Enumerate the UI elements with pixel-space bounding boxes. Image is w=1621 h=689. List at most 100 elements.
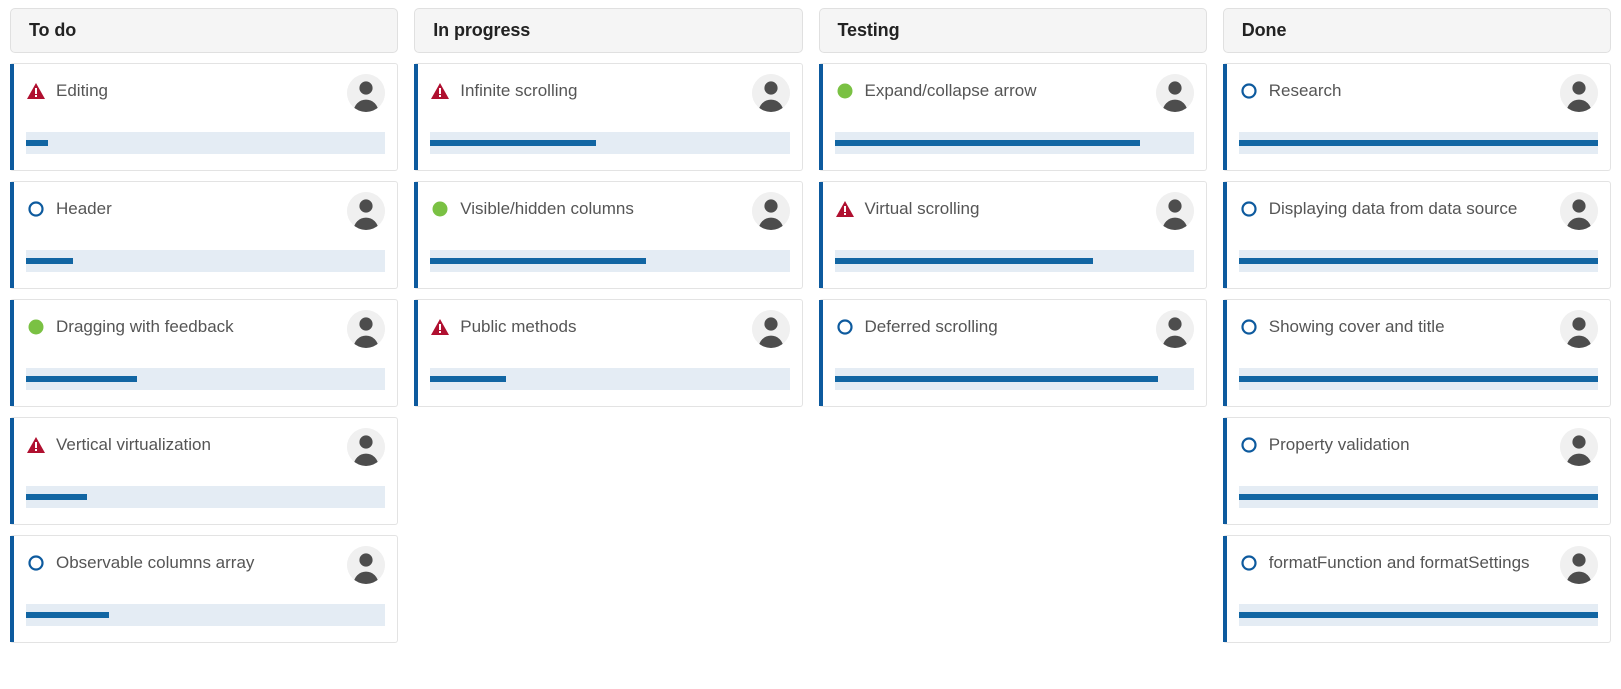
user-avatar-icon[interactable] [1560,546,1598,584]
progress-track [834,132,1194,154]
user-avatar-icon[interactable] [347,428,386,466]
circle-filled-icon [835,79,855,103]
column-header-testing[interactable]: Testing [818,8,1207,53]
card-accent-bar [1222,536,1227,642]
user-avatar-icon[interactable] [751,192,790,230]
progress-track [1238,604,1598,626]
progress-track [1238,250,1598,272]
progress-fill [834,140,1140,146]
card-accent-bar [10,418,14,524]
card-progress [26,486,386,524]
user-avatar-icon[interactable] [347,192,386,230]
warning-triangle-icon [430,79,450,103]
progress-track [1238,368,1598,390]
kanban-card[interactable]: Property validation [1222,417,1611,525]
card-accent-bar [818,300,823,406]
card-title: Header [56,199,112,218]
circle-filled-icon [26,315,46,339]
progress-fill [430,376,506,382]
card-header-row: Visible/hidden columns [430,192,790,230]
kanban-card[interactable]: Displaying data from data source [1222,181,1611,289]
card-progress [26,368,386,406]
card-progress [1238,368,1598,406]
card-header-row: Property validation [1239,428,1598,466]
column-title: In progress [433,20,531,40]
card-progress [26,250,386,288]
card-header-row: Infinite scrolling [430,74,790,112]
circle-outline-icon [26,551,46,575]
card-header-row: Observable columns array [26,546,386,584]
card-accent-bar [10,300,14,406]
progress-track [1238,486,1598,508]
user-avatar-icon[interactable] [1560,428,1598,466]
user-avatar-icon[interactable] [1155,310,1194,348]
user-avatar-icon[interactable] [1155,192,1194,230]
card-title: formatFunction and formatSettings [1268,553,1530,572]
circle-outline-icon [26,197,46,221]
kanban-card[interactable]: Expand/collapse arrow [818,63,1207,171]
card-header-row: Virtual scrolling [835,192,1194,230]
kanban-column-done: Done Research Displaying data from data so… [1222,8,1611,643]
card-header-row: Displaying data from data source [1239,192,1598,230]
progress-fill [834,258,1094,264]
card-title: Observable columns array [56,553,255,572]
card-title: Research [1268,81,1342,100]
progress-fill [26,612,109,618]
progress-track [430,368,790,390]
progress-track [26,486,386,508]
card-progress [430,132,790,170]
kanban-card[interactable]: Virtual scrolling [818,181,1207,289]
progress-fill [26,258,73,264]
kanban-card[interactable]: Vertical virtualization [10,417,399,525]
card-list: Infinite scrolling Visible/hidden columns… [414,63,803,407]
progress-fill [26,376,138,382]
kanban-column-in-progress: In progress Infinite scrolling Visible/hid… [414,8,803,407]
user-avatar-icon[interactable] [751,74,790,112]
card-accent-bar [10,64,14,170]
progress-fill [430,258,646,264]
kanban-card[interactable]: Deferred scrolling [818,299,1207,407]
card-accent-bar [1222,64,1227,170]
kanban-column-testing: Testing Expand/collapse arrow Virtual scro… [818,8,1207,407]
card-title: Deferred scrolling [864,317,998,336]
kanban-card[interactable]: Editing [10,63,399,171]
kanban-card[interactable]: formatFunction and formatSettings [1222,535,1611,643]
user-avatar-icon[interactable] [1560,192,1598,230]
kanban-card[interactable]: Dragging with feedback [10,299,399,407]
column-header-done[interactable]: Done [1222,8,1611,53]
progress-track [26,250,386,272]
card-title: Dragging with feedback [56,317,234,336]
circle-outline-icon [835,315,855,339]
user-avatar-icon[interactable] [347,74,386,112]
kanban-card[interactable]: Research [1222,63,1611,171]
user-avatar-icon[interactable] [347,310,386,348]
user-avatar-icon[interactable] [751,310,790,348]
kanban-card[interactable]: Public methods [414,299,803,407]
warning-triangle-icon [835,197,855,221]
user-avatar-icon[interactable] [1155,74,1194,112]
card-header-row: Dragging with feedback [26,310,386,348]
column-title: To do [29,20,77,40]
column-header-in-progress[interactable]: In progress [414,8,803,53]
warning-triangle-icon [430,315,450,339]
user-avatar-icon[interactable] [347,546,386,584]
card-progress [430,250,790,288]
card-progress [834,250,1194,288]
kanban-card[interactable]: Showing cover and title [1222,299,1611,407]
card-accent-bar [414,300,419,406]
kanban-card[interactable]: Observable columns array [10,535,399,643]
user-avatar-icon[interactable] [1560,74,1598,112]
card-header-row: Deferred scrolling [835,310,1194,348]
card-list: Expand/collapse arrow Virtual scrolling De… [818,63,1207,407]
card-header-row: Editing [26,74,386,112]
kanban-card[interactable]: Visible/hidden columns [414,181,803,289]
kanban-card[interactable]: Infinite scrolling [414,63,803,171]
card-progress [834,132,1194,170]
card-header-row: Research [1239,74,1598,112]
card-header-row: Expand/collapse arrow [835,74,1194,112]
kanban-card[interactable]: Header [10,181,399,289]
user-avatar-icon[interactable] [1560,310,1598,348]
card-progress [834,368,1194,406]
column-header-todo[interactable]: To do [10,8,399,53]
card-title: Vertical virtualization [56,435,211,454]
